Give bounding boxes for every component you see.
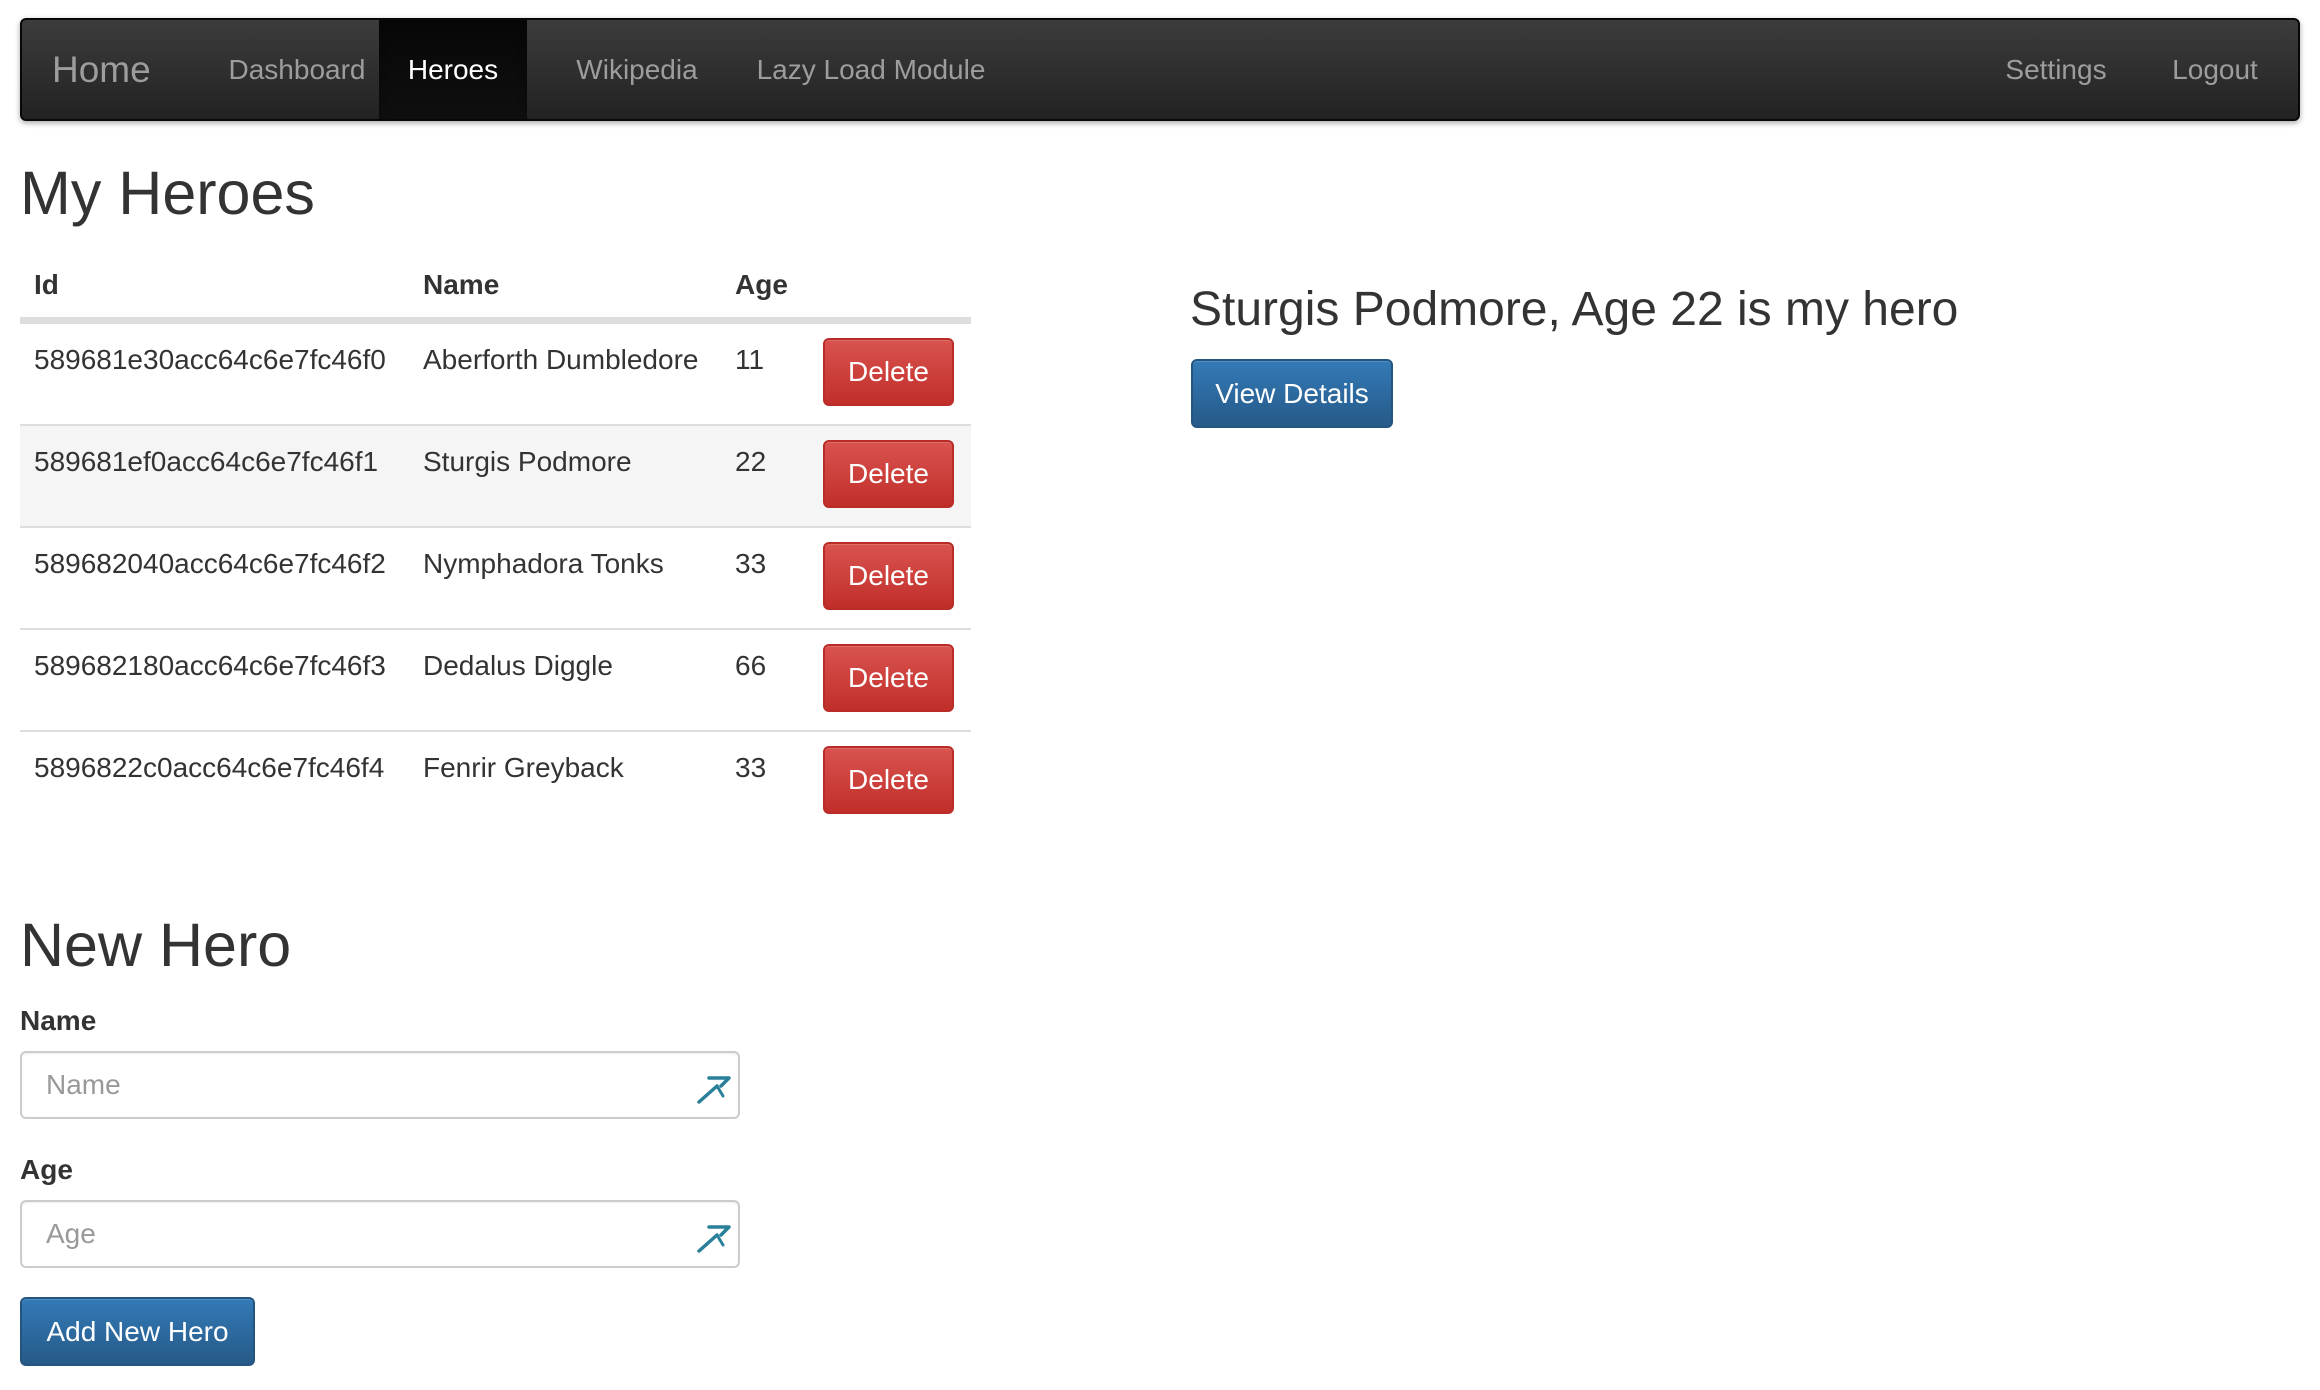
top-navbar: Home Dashboard Heroes Wikipedia Lazy Loa… — [20, 18, 2300, 121]
table-header: Id Name Age — [20, 255, 971, 322]
age-field-label: Age — [20, 1154, 73, 1185]
name-input[interactable] — [20, 1051, 740, 1119]
my-heroes-title: My Heroes — [20, 159, 315, 227]
hero-id-cell: 589681ef0acc64c6e7fc46f1 — [34, 446, 379, 477]
selected-hero-message: Sturgis Podmore, Age 22 is my hero — [1190, 283, 1959, 336]
delete-button[interactable]: Delete — [823, 644, 954, 712]
column-header-age: Age — [735, 269, 788, 300]
hero-id-cell: 589681e30acc64c6e7fc46f0 — [34, 344, 386, 375]
add-new-hero-button[interactable]: Add New Hero — [20, 1297, 255, 1366]
table-row[interactable]: 5896822c0acc64c6e7fc46f4 Fenrir Greyback… — [20, 730, 971, 832]
hero-name-cell: Fenrir Greyback — [423, 752, 624, 783]
hero-name-cell: Nymphadora Tonks — [423, 548, 664, 579]
table-row[interactable]: 589682180acc64c6e7fc46f3 Dedalus Diggle … — [20, 628, 971, 730]
hero-age-cell: 22 — [735, 446, 767, 477]
heroes-table: Id Name Age 589681e30acc64c6e7fc46f0 Abe… — [20, 255, 971, 832]
column-header-id: Id — [34, 269, 59, 300]
hero-name-cell: Sturgis Podmore — [423, 446, 632, 477]
hero-age-cell: 33 — [735, 548, 767, 579]
nav-item-settings[interactable]: Settings — [1980, 20, 2132, 119]
hero-id-cell: 5896822c0acc64c6e7fc46f4 — [34, 752, 385, 783]
nav-item-wikipedia[interactable]: Wikipedia — [552, 20, 722, 119]
nav-item-logout[interactable]: Logout — [2140, 20, 2290, 119]
nav-item-heroes[interactable]: Heroes — [379, 20, 527, 119]
table-row[interactable]: 589681ef0acc64c6e7fc46f1 Sturgis Podmore… — [20, 424, 971, 526]
delete-button[interactable]: Delete — [823, 746, 954, 814]
hero-age-cell: 66 — [735, 650, 767, 681]
hero-id-cell: 589682180acc64c6e7fc46f3 — [34, 650, 386, 681]
new-hero-title: New Hero — [20, 911, 292, 979]
view-details-button[interactable]: View Details — [1191, 359, 1393, 428]
hero-age-cell: 33 — [735, 752, 767, 783]
nav-item-dashboard[interactable]: Dashboard — [207, 20, 387, 119]
input-autofill-icon[interactable] — [695, 1217, 735, 1257]
hero-id-cell: 589682040acc64c6e7fc46f2 — [34, 548, 386, 579]
age-input[interactable] — [20, 1200, 740, 1268]
nav-home-link[interactable]: Home — [52, 20, 151, 119]
column-header-name: Name — [423, 269, 500, 300]
nav-item-lazy-load-module[interactable]: Lazy Load Module — [735, 20, 1007, 119]
delete-button[interactable]: Delete — [823, 338, 954, 406]
input-autofill-icon[interactable] — [695, 1068, 735, 1108]
hero-name-cell: Dedalus Diggle — [423, 650, 613, 681]
table-row[interactable]: 589682040acc64c6e7fc46f2 Nymphadora Tonk… — [20, 526, 971, 628]
table-row[interactable]: 589681e30acc64c6e7fc46f0 Aberforth Dumbl… — [20, 322, 971, 424]
delete-button[interactable]: Delete — [823, 542, 954, 610]
name-field-label: Name — [20, 1005, 97, 1036]
hero-name-cell: Aberforth Dumbledore — [423, 344, 699, 375]
delete-button[interactable]: Delete — [823, 440, 954, 508]
hero-age-cell: 11 — [735, 344, 765, 375]
